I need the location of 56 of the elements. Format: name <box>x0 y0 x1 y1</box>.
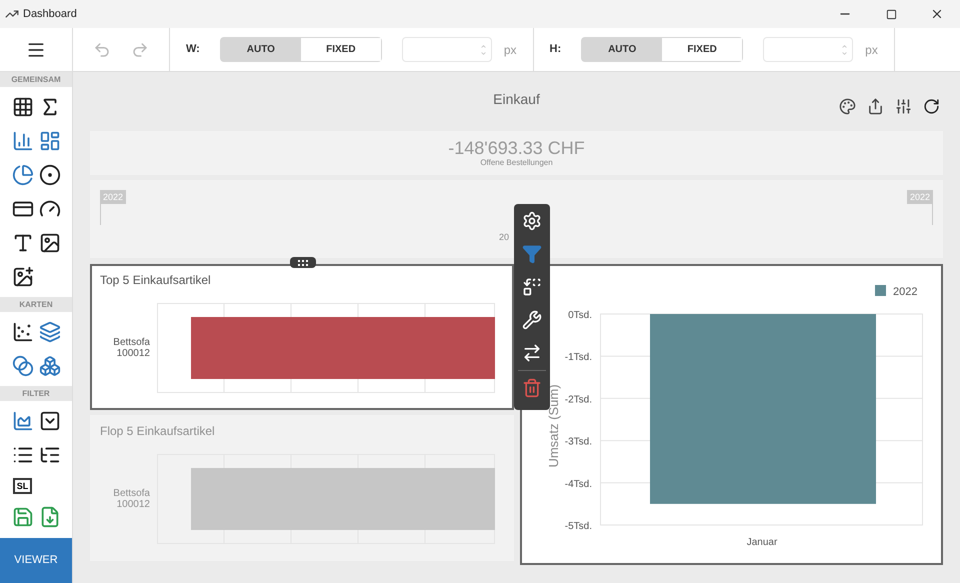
bound-image-icon[interactable] <box>12 266 34 288</box>
maximize-icon <box>886 8 896 20</box>
category-label: Bettsofa 100012 <box>112 488 150 512</box>
y-tick-label: -5Tsd. <box>564 521 592 532</box>
bubbles-icon[interactable] <box>12 355 34 377</box>
y-tick-label: 0Tsd. <box>568 310 592 321</box>
drag-handle[interactable] <box>290 257 316 268</box>
bar-chart-icon[interactable] <box>12 130 34 152</box>
size-mode-toggle[interactable]: AUTO <box>582 38 662 61</box>
y-axis-title: Umsatz (Sum) <box>546 384 561 468</box>
image-icon[interactable] <box>38 232 60 254</box>
export-icon[interactable] <box>867 98 884 115</box>
y-tick-label: -4Tsd. <box>564 478 592 490</box>
pie-chart-icon[interactable] <box>12 164 34 186</box>
settings-icon[interactable] <box>522 211 542 231</box>
chart-panel[interactable]: Top 5 Einkaufsartikel Bettsofa 100012 <box>90 264 514 410</box>
panel-title: Flop 5 Einkaufsartikel <box>99 423 216 440</box>
size-label: W: <box>186 42 200 58</box>
palette-icon[interactable] <box>839 98 856 115</box>
kpi-value: -148'693.33 CHF <box>448 138 585 158</box>
y-tick-label: -3Tsd. <box>564 436 592 448</box>
y-tick-label: -1Tsd. <box>564 352 592 364</box>
swap-icon[interactable] <box>522 277 542 297</box>
section-header: GEMEINSAM <box>0 72 72 87</box>
section-header: FILTER <box>0 386 72 401</box>
y-tick-label: -2Tsd. <box>564 394 592 406</box>
panel-title: Top 5 Einkaufsartikel <box>99 272 212 289</box>
sliders-icon[interactable] <box>895 98 912 115</box>
treemap-icon[interactable] <box>38 130 60 152</box>
unit-label: px <box>865 42 878 58</box>
refresh-icon[interactable] <box>923 98 940 115</box>
viewer-button[interactable]: VIEWER <box>0 538 72 583</box>
filter-icon[interactable] <box>522 244 542 264</box>
close-icon <box>930 7 944 21</box>
section-header: KARTEN <box>0 297 72 312</box>
legend-swatch <box>875 285 886 296</box>
range-filter-icon[interactable] <box>12 410 34 432</box>
kpi-label: Offene Bestellungen <box>480 158 553 168</box>
window-title: Dashboard <box>23 6 77 22</box>
trash-icon[interactable] <box>522 378 542 398</box>
grip-icon <box>298 260 308 266</box>
save-icon[interactable] <box>12 506 34 528</box>
dashboard-title: Einkauf <box>493 90 540 109</box>
wrench-icon[interactable] <box>522 310 542 330</box>
legend-label: 2022 <box>893 286 918 298</box>
grid-icon[interactable] <box>12 96 34 118</box>
size-mode-toggle[interactable]: AUTO <box>220 38 301 61</box>
x-tick-label: Januar <box>746 537 778 548</box>
size-label: H: <box>550 42 562 58</box>
combo-box-icon[interactable] <box>38 410 60 432</box>
range-center-label: 20 <box>499 231 510 244</box>
sl-icon[interactable]: SL <box>12 478 32 494</box>
dots-icon[interactable] <box>12 321 34 343</box>
unit-label: px <box>504 42 517 58</box>
arrows-icon[interactable] <box>522 343 542 363</box>
category-label: Bettsofa 100012 <box>112 337 150 361</box>
